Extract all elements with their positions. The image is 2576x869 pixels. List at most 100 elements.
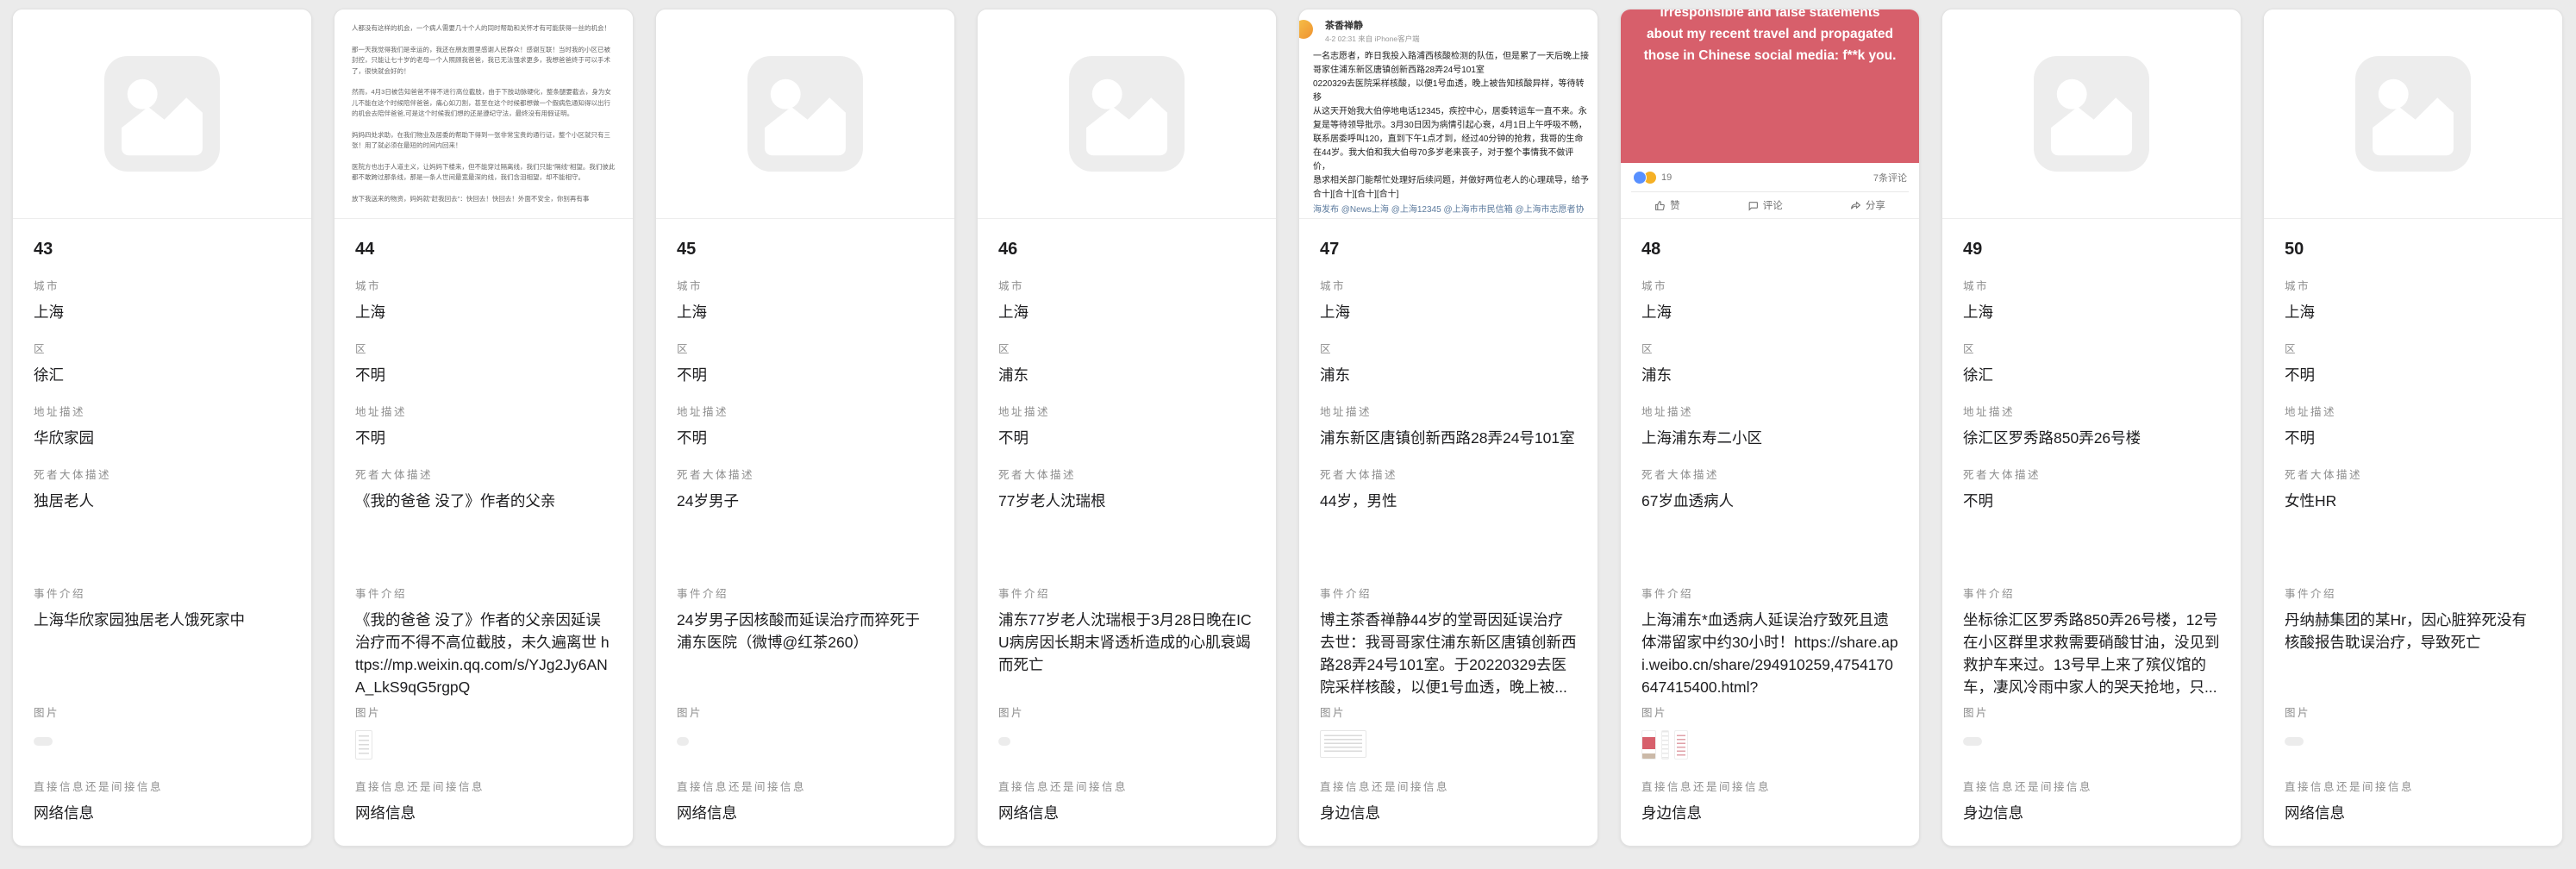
deceased-value: 24岁男子 (677, 490, 934, 512)
address-value: 不明 (2285, 427, 2542, 449)
event-value: 《我的爸爸 没了》作者的父亲因延误治疗而不得不高位截肢，未久遍离世 https:… (355, 609, 612, 698)
field-label-deceased: 死者大体描述 (2285, 466, 2542, 482)
field-label-event: 事件介绍 (355, 585, 612, 601)
card-number: 48 (1641, 240, 1898, 259)
city-value: 上海 (2285, 301, 2542, 323)
image-attachment-thumbnail[interactable] (2285, 737, 2304, 746)
image-attachment-thumbnail[interactable] (1641, 730, 1656, 760)
field-label-city: 城市 (34, 277, 291, 293)
field-label-source: 直接信息还是间接信息 (34, 778, 291, 794)
address-value: 不明 (998, 427, 1255, 449)
record-card-43[interactable]: 43 城市上海 区徐汇 地址描述华欣家园 死者大体描述独居老人 事件介绍上海华欣… (12, 9, 312, 847)
field-label-deceased: 死者大体描述 (998, 466, 1255, 482)
source-value: 身边信息 (1320, 802, 1577, 824)
image-placeholder-icon (747, 56, 863, 172)
field-label-district: 区 (1320, 340, 1577, 356)
source-value: 身边信息 (1963, 802, 2220, 824)
image-attachment-thumbnail[interactable] (34, 737, 53, 746)
card-cover-facebook-screenshot: irresponsible and false statements about… (1621, 9, 1919, 219)
city-value: 上海 (34, 301, 291, 323)
city-value: 上海 (355, 301, 612, 323)
field-label-deceased: 死者大体描述 (1641, 466, 1898, 482)
card-number: 47 (1320, 240, 1577, 259)
record-card-45[interactable]: 45 城市上海 区不明 地址描述不明 死者大体描述24岁男子 事件介绍24岁男子… (655, 9, 955, 847)
address-value: 华欣家园 (34, 427, 291, 449)
source-value: 网络信息 (2285, 802, 2542, 824)
field-label-event: 事件介绍 (1320, 585, 1577, 601)
address-value: 浦东新区唐镇创新西路28弄24号101室 (1320, 427, 1577, 449)
record-card-47[interactable]: 茶香禅静 4-2 02:31 来自 iPhone客户端 一名志愿者，昨日我投入路… (1298, 9, 1598, 847)
address-value: 不明 (355, 427, 612, 449)
weibo-post-text: 一名志愿者，昨日我投入路浦西核酸检测的队伍，但是累了一天后晚上接 哥家住浦东新区… (1313, 50, 1591, 202)
image-attachment-thumbnail[interactable] (998, 737, 1010, 746)
source-value: 网络信息 (355, 802, 612, 824)
field-label-address: 地址描述 (1963, 403, 2220, 419)
image-placeholder-icon (2034, 56, 2149, 172)
image-attachment-thumbnail[interactable] (677, 737, 689, 746)
record-card-46[interactable]: 46 城市上海 区浦东 地址描述不明 死者大体描述77岁老人沈瑞根 事件介绍浦东… (977, 9, 1277, 847)
city-value: 上海 (998, 301, 1255, 323)
image-placeholder-icon (2355, 56, 2471, 172)
record-card-50[interactable]: 50 城市上海 区不明 地址描述不明 死者大体描述女性HR 事件介绍丹纳赫集团的… (2263, 9, 2563, 847)
thumbs-up-icon (1654, 200, 1666, 211)
deceased-value: 《我的爸爸 没了》作者的父亲 (355, 490, 612, 512)
card-number: 49 (1963, 240, 2220, 259)
field-label-address: 地址描述 (2285, 403, 2542, 419)
like-button: 赞 (1654, 198, 1680, 212)
field-label-source: 直接信息还是间接信息 (355, 778, 612, 794)
source-value: 身边信息 (1641, 802, 1898, 824)
comment-button: 评论 (1748, 198, 1783, 212)
deceased-value: 67岁血透病人 (1641, 490, 1898, 512)
field-label-source: 直接信息还是间接信息 (1320, 778, 1577, 794)
field-label-source: 直接信息还是间接信息 (1641, 778, 1898, 794)
city-value: 上海 (1963, 301, 2220, 323)
source-value: 网络信息 (677, 802, 934, 824)
image-placeholder-icon (1069, 56, 1185, 172)
district-value: 徐汇 (1963, 364, 2220, 386)
deceased-value: 独居老人 (34, 490, 291, 512)
field-label-image: 图片 (1641, 703, 1898, 720)
record-card-49[interactable]: 49 城市上海 区徐汇 地址描述徐汇区罗秀路850弄26号楼 死者大体描述不明 … (1941, 9, 2241, 847)
card-number: 43 (34, 240, 291, 259)
field-label-city: 城市 (1320, 277, 1577, 293)
field-label-source: 直接信息还是间接信息 (998, 778, 1255, 794)
field-label-event: 事件介绍 (34, 585, 291, 601)
share-button: 分享 (1850, 198, 1885, 212)
record-card-44[interactable]: 人都没有这样的机会，一个病人需要几十个人的同时帮助和关怀才有可能获得一丝的机会！… (334, 9, 634, 847)
image-attachment-thumbnail[interactable] (1661, 730, 1669, 760)
field-label-image: 图片 (1320, 703, 1577, 720)
field-label-event: 事件介绍 (1963, 585, 2220, 601)
field-label-city: 城市 (1963, 277, 2220, 293)
district-value: 不明 (355, 364, 612, 386)
image-attachment-thumbnail[interactable] (1674, 730, 1688, 760)
field-label-district: 区 (355, 340, 612, 356)
card-number: 46 (998, 240, 1255, 259)
image-attachment-thumbnail[interactable] (355, 730, 372, 760)
event-value: 浦东77岁老人沈瑞根于3月28日晚在ICU病房因长期末肾透析造成的心肌衰竭而死亡 (998, 609, 1255, 676)
field-label-image: 图片 (355, 703, 612, 720)
card-cover (13, 9, 311, 219)
district-value: 徐汇 (34, 364, 291, 386)
image-attachment-thumbnail[interactable] (1963, 737, 1982, 746)
field-label-source: 直接信息还是间接信息 (1963, 778, 2220, 794)
deceased-value: 女性HR (2285, 490, 2542, 512)
card-cover (978, 9, 1276, 219)
field-label-deceased: 死者大体描述 (677, 466, 934, 482)
field-label-district: 区 (677, 340, 934, 356)
district-value: 浦东 (1320, 364, 1577, 386)
district-value: 不明 (2285, 364, 2542, 386)
card-cover (1942, 9, 2241, 219)
image-attachment-thumbnail[interactable] (1320, 730, 1366, 758)
field-label-deceased: 死者大体描述 (1963, 466, 2220, 482)
field-label-address: 地址描述 (1320, 403, 1577, 419)
record-card-48[interactable]: irresponsible and false statements about… (1620, 9, 1920, 847)
field-label-city: 城市 (998, 277, 1255, 293)
field-label-event: 事件介绍 (677, 585, 934, 601)
event-value: 博主茶香禅静44岁的堂哥因延误治疗去世：我哥哥家住浦东新区唐镇创新西路28弄24… (1320, 609, 1577, 698)
field-label-image: 图片 (677, 703, 934, 720)
field-label-district: 区 (34, 340, 291, 356)
field-label-district: 区 (998, 340, 1255, 356)
like-reaction-icon (1633, 171, 1647, 184)
card-number: 50 (2285, 240, 2542, 259)
field-label-deceased: 死者大体描述 (1320, 466, 1577, 482)
